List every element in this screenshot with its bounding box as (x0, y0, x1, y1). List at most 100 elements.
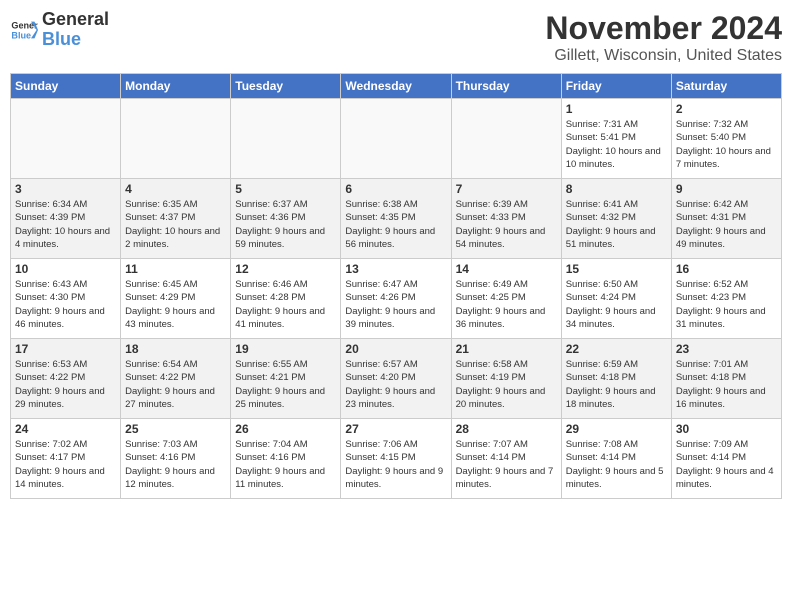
day-number: 9 (676, 182, 777, 196)
calendar-cell: 21 Sunrise: 6:58 AM Sunset: 4:19 PM Dayli… (451, 339, 561, 419)
calendar-cell: 25 Sunrise: 7:03 AM Sunset: 4:16 PM Dayli… (121, 419, 231, 499)
day-info: Sunrise: 6:46 AM Sunset: 4:28 PM Dayligh… (235, 278, 336, 331)
calendar-cell: 16 Sunrise: 6:52 AM Sunset: 4:23 PM Dayli… (671, 259, 781, 339)
day-number: 17 (15, 342, 116, 356)
day-info: Sunrise: 6:54 AM Sunset: 4:22 PM Dayligh… (125, 358, 226, 411)
day-info: Sunrise: 6:59 AM Sunset: 4:18 PM Dayligh… (566, 358, 667, 411)
day-info: Sunrise: 6:39 AM Sunset: 4:33 PM Dayligh… (456, 198, 557, 251)
day-number: 14 (456, 262, 557, 276)
day-info: Sunrise: 6:37 AM Sunset: 4:36 PM Dayligh… (235, 198, 336, 251)
day-info: Sunrise: 6:58 AM Sunset: 4:19 PM Dayligh… (456, 358, 557, 411)
day-info: Sunrise: 7:03 AM Sunset: 4:16 PM Dayligh… (125, 438, 226, 491)
calendar-cell: 2 Sunrise: 7:32 AM Sunset: 5:40 PM Daylig… (671, 99, 781, 179)
calendar-week-2: 3 Sunrise: 6:34 AM Sunset: 4:39 PM Daylig… (11, 179, 782, 259)
day-number: 23 (676, 342, 777, 356)
calendar-cell: 29 Sunrise: 7:08 AM Sunset: 4:14 PM Dayli… (561, 419, 671, 499)
day-number: 15 (566, 262, 667, 276)
day-number: 4 (125, 182, 226, 196)
day-info: Sunrise: 6:41 AM Sunset: 4:32 PM Dayligh… (566, 198, 667, 251)
calendar-week-1: 1Sunrise: 7:31 AM Sunset: 5:41 PM Daylig… (11, 99, 782, 179)
day-number: 21 (456, 342, 557, 356)
calendar-cell: 3 Sunrise: 6:34 AM Sunset: 4:39 PM Daylig… (11, 179, 121, 259)
day-info: Sunrise: 6:43 AM Sunset: 4:30 PM Dayligh… (15, 278, 116, 331)
calendar-cell: 23 Sunrise: 7:01 AM Sunset: 4:18 PM Dayli… (671, 339, 781, 419)
day-info: Sunrise: 7:07 AM Sunset: 4:14 PM Dayligh… (456, 438, 557, 491)
day-info: Sunrise: 7:08 AM Sunset: 4:14 PM Dayligh… (566, 438, 667, 491)
calendar-cell: 22 Sunrise: 6:59 AM Sunset: 4:18 PM Dayli… (561, 339, 671, 419)
day-info: Sunrise: 7:06 AM Sunset: 4:15 PM Dayligh… (345, 438, 446, 491)
calendar-cell: 10 Sunrise: 6:43 AM Sunset: 4:30 PM Dayli… (11, 259, 121, 339)
calendar-cell: 8 Sunrise: 6:41 AM Sunset: 4:32 PM Daylig… (561, 179, 671, 259)
day-number: 11 (125, 262, 226, 276)
day-info: Sunrise: 6:47 AM Sunset: 4:26 PM Dayligh… (345, 278, 446, 331)
page-header: General Blue General Blue November 2024 … (10, 10, 782, 65)
day-number: 3 (15, 182, 116, 196)
calendar-cell: 20 Sunrise: 6:57 AM Sunset: 4:20 PM Dayli… (341, 339, 451, 419)
calendar-cell: 30 Sunrise: 7:09 AM Sunset: 4:14 PM Dayli… (671, 419, 781, 499)
day-number: 10 (15, 262, 116, 276)
calendar-cell: 6 Sunrise: 6:38 AM Sunset: 4:35 PM Daylig… (341, 179, 451, 259)
day-number: 5 (235, 182, 336, 196)
day-number: 8 (566, 182, 667, 196)
day-info: Sunrise: 6:38 AM Sunset: 4:35 PM Dayligh… (345, 198, 446, 251)
weekday-header-monday: Monday (121, 74, 231, 99)
day-number: 30 (676, 422, 777, 436)
calendar-cell (341, 99, 451, 179)
day-number: 24 (15, 422, 116, 436)
day-info: Sunrise: 7:04 AM Sunset: 4:16 PM Dayligh… (235, 438, 336, 491)
calendar-cell: 13 Sunrise: 6:47 AM Sunset: 4:26 PM Dayli… (341, 259, 451, 339)
day-info: Sunrise: 7:01 AM Sunset: 4:18 PM Dayligh… (676, 358, 777, 411)
day-info: Sunrise: 6:34 AM Sunset: 4:39 PM Dayligh… (15, 198, 116, 251)
day-number: 28 (456, 422, 557, 436)
calendar-cell: 19Sunrise: 6:55 AM Sunset: 4:21 PM Dayli… (231, 339, 341, 419)
day-info: Sunrise: 6:35 AM Sunset: 4:37 PM Dayligh… (125, 198, 226, 251)
calendar-cell: 12 Sunrise: 6:46 AM Sunset: 4:28 PM Dayli… (231, 259, 341, 339)
weekday-header-row: SundayMondayTuesdayWednesdayThursdayFrid… (11, 74, 782, 99)
logo-text: General Blue (42, 10, 109, 50)
location-title: Gillett, Wisconsin, United States (545, 47, 782, 65)
day-number: 12 (235, 262, 336, 276)
day-number: 7 (456, 182, 557, 196)
day-info: Sunrise: 6:53 AM Sunset: 4:22 PM Dayligh… (15, 358, 116, 411)
calendar-cell: 27 Sunrise: 7:06 AM Sunset: 4:15 PM Dayli… (341, 419, 451, 499)
day-info: Sunrise: 7:32 AM Sunset: 5:40 PM Dayligh… (676, 118, 777, 171)
calendar-title-area: November 2024 Gillett, Wisconsin, United… (545, 10, 782, 65)
calendar-cell (231, 99, 341, 179)
calendar-cell: 9 Sunrise: 6:42 AM Sunset: 4:31 PM Daylig… (671, 179, 781, 259)
day-info: Sunrise: 6:42 AM Sunset: 4:31 PM Dayligh… (676, 198, 777, 251)
day-info: Sunrise: 7:09 AM Sunset: 4:14 PM Dayligh… (676, 438, 777, 491)
calendar-cell: 17 Sunrise: 6:53 AM Sunset: 4:22 PM Dayli… (11, 339, 121, 419)
calendar-cell: 11 Sunrise: 6:45 AM Sunset: 4:29 PM Dayli… (121, 259, 231, 339)
day-number: 16 (676, 262, 777, 276)
calendar-cell (11, 99, 121, 179)
logo: General Blue General Blue (10, 10, 109, 50)
weekday-header-tuesday: Tuesday (231, 74, 341, 99)
weekday-header-wednesday: Wednesday (341, 74, 451, 99)
day-number: 2 (676, 102, 777, 116)
calendar-cell: 7 Sunrise: 6:39 AM Sunset: 4:33 PM Daylig… (451, 179, 561, 259)
calendar-cell (451, 99, 561, 179)
weekday-header-thursday: Thursday (451, 74, 561, 99)
day-number: 6 (345, 182, 446, 196)
day-info: Sunrise: 6:57 AM Sunset: 4:20 PM Dayligh… (345, 358, 446, 411)
day-number: 20 (345, 342, 446, 356)
svg-text:Blue: Blue (11, 30, 31, 40)
day-info: Sunrise: 6:52 AM Sunset: 4:23 PM Dayligh… (676, 278, 777, 331)
calendar-week-4: 17 Sunrise: 6:53 AM Sunset: 4:22 PM Dayli… (11, 339, 782, 419)
month-title: November 2024 (545, 10, 782, 47)
day-info: Sunrise: 6:45 AM Sunset: 4:29 PM Dayligh… (125, 278, 226, 331)
calendar-cell: 24Sunrise: 7:02 AM Sunset: 4:17 PM Dayli… (11, 419, 121, 499)
day-number: 13 (345, 262, 446, 276)
day-number: 22 (566, 342, 667, 356)
calendar-cell: 4 Sunrise: 6:35 AM Sunset: 4:37 PM Daylig… (121, 179, 231, 259)
calendar-table: SundayMondayTuesdayWednesdayThursdayFrid… (10, 73, 782, 499)
day-number: 25 (125, 422, 226, 436)
day-number: 27 (345, 422, 446, 436)
day-number: 29 (566, 422, 667, 436)
weekday-header-sunday: Sunday (11, 74, 121, 99)
calendar-cell: 5 Sunrise: 6:37 AM Sunset: 4:36 PM Daylig… (231, 179, 341, 259)
weekday-header-friday: Friday (561, 74, 671, 99)
day-number: 26 (235, 422, 336, 436)
day-number: 1 (566, 102, 667, 116)
calendar-cell: 18Sunrise: 6:54 AM Sunset: 4:22 PM Dayli… (121, 339, 231, 419)
